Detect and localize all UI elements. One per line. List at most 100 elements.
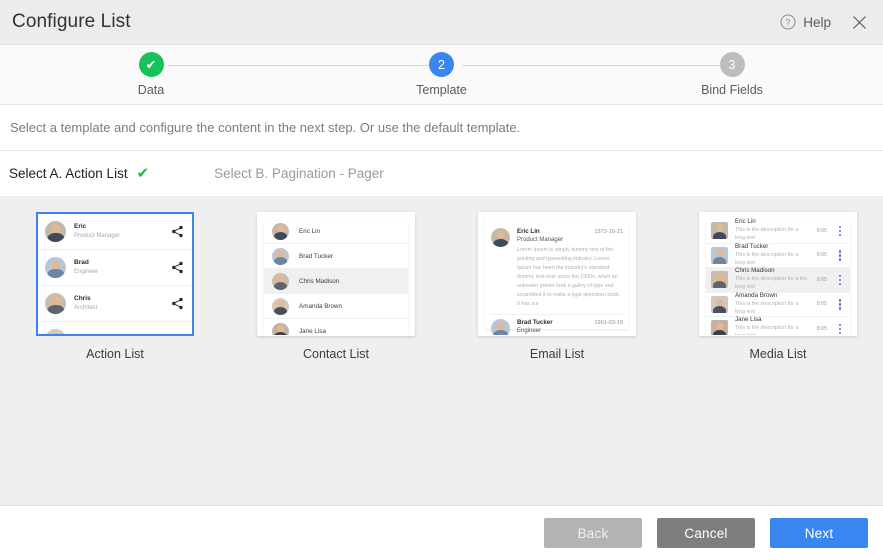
dialog-footer: Back Cancel Next bbox=[0, 505, 883, 560]
avatar bbox=[272, 273, 289, 290]
list-item: Amanda Brown bbox=[264, 294, 408, 319]
list-item: Eric Lin 1973-10-21 Product Manager Lore… bbox=[491, 224, 623, 315]
list-item-name: Eric bbox=[74, 223, 163, 232]
avatar bbox=[45, 221, 66, 242]
thumbnail bbox=[711, 271, 728, 288]
step-template[interactable]: 2 Template bbox=[409, 45, 475, 97]
close-icon[interactable] bbox=[849, 12, 869, 32]
list-item-time: 8:05 bbox=[817, 228, 827, 234]
list-item: Eric Product Manager bbox=[38, 214, 192, 250]
list-item-date: 1973-10-21 bbox=[594, 229, 623, 235]
step-description: Select a template and configure the cont… bbox=[0, 105, 883, 151]
help-label: Help bbox=[803, 15, 831, 30]
step-bind-fields[interactable]: 3 Bind Fields bbox=[699, 45, 765, 97]
list-item: Brad Tucker bbox=[264, 244, 408, 269]
avatar bbox=[491, 319, 510, 336]
more-vertical-icon bbox=[836, 323, 844, 335]
list-item-name: Brad Tucker bbox=[299, 253, 333, 260]
list-item-name: Jane Lisa bbox=[735, 316, 810, 325]
list-item: Jane Lisa This is the description for a … bbox=[706, 317, 850, 336]
list-item-description: This is the description for a long text bbox=[735, 325, 810, 336]
cancel-button[interactable]: Cancel bbox=[657, 518, 755, 548]
share-icon bbox=[171, 225, 184, 238]
step-data-marker: ✔ bbox=[139, 52, 164, 77]
selection-tabs: Select A. Action List ✔ Select B. Pagina… bbox=[0, 151, 883, 196]
template-preview-contact-list: Eric Lin Brad Tucker Chris Madison bbox=[257, 212, 415, 336]
list-item: Brad Tucker This is the description for … bbox=[706, 244, 850, 269]
list-item: Jane Lisa bbox=[264, 319, 408, 336]
help-button[interactable]: ? Help bbox=[779, 14, 831, 31]
list-item-name: Chris Madison bbox=[299, 278, 339, 285]
list-item-description: This is the description for a long text bbox=[735, 252, 810, 268]
thumbnail bbox=[711, 296, 728, 313]
template-card-email-list[interactable]: Eric Lin 1973-10-21 Product Manager Lore… bbox=[478, 212, 636, 361]
list-item-subtitle: Product Manager bbox=[74, 232, 163, 241]
thumbnail bbox=[711, 222, 728, 239]
list-item-role: Engineer bbox=[517, 328, 623, 334]
list-item: Chris Madison This is the description fo… bbox=[706, 268, 850, 293]
list-item: Eric Lin This is the description for a l… bbox=[706, 219, 850, 244]
list-item-subtitle: Engineer bbox=[74, 268, 163, 277]
wizard-stepper: ✔ Data 2 Template 3 Bind Fields bbox=[0, 45, 883, 105]
more-vertical-icon bbox=[836, 274, 844, 286]
list-item-name: Eric Lin bbox=[299, 228, 320, 235]
list-item-description: This is the description for a long text bbox=[735, 301, 810, 317]
list-item-description: This is the description for a long text bbox=[735, 227, 810, 243]
list-item-description: This is the description for a the long t… bbox=[735, 276, 810, 292]
step-bind-fields-label: Bind Fields bbox=[701, 83, 763, 97]
list-item: Brad Engineer bbox=[38, 250, 192, 286]
thumbnail bbox=[711, 320, 728, 336]
template-card-action-list[interactable]: Eric Product Manager bbox=[36, 212, 194, 361]
step-template-marker: 2 bbox=[429, 52, 454, 77]
list-item-body: Lorem Ipsum is simply dummy text of the … bbox=[517, 246, 623, 310]
list-item-date: 1991-03-19 bbox=[594, 320, 623, 326]
template-caption-action-list: Action List bbox=[86, 347, 144, 361]
avatar bbox=[45, 329, 66, 336]
list-item-name: Amanda Brown bbox=[735, 292, 810, 301]
template-caption-contact-list: Contact List bbox=[303, 347, 369, 361]
list-item-name: Brad Tucker bbox=[517, 319, 553, 326]
list-item-subtitle: Architect bbox=[74, 304, 163, 313]
template-caption-email-list: Email List bbox=[530, 347, 584, 361]
template-preview-email-list: Eric Lin 1973-10-21 Product Manager Lore… bbox=[478, 212, 636, 336]
back-button[interactable]: Back bbox=[544, 518, 642, 548]
tab-select-pagination-pager-label: Select B. Pagination - Pager bbox=[214, 166, 384, 181]
share-icon bbox=[171, 261, 184, 274]
stepper-connector-2 bbox=[462, 65, 733, 66]
avatar bbox=[45, 293, 66, 314]
tab-select-action-list-label: Select A. Action List bbox=[9, 166, 128, 181]
thumbnail bbox=[711, 247, 728, 264]
avatar bbox=[272, 298, 289, 315]
tab-select-action-list[interactable]: Select A. Action List ✔ bbox=[9, 166, 149, 181]
avatar bbox=[272, 323, 289, 337]
step-template-label: Template bbox=[416, 83, 467, 97]
list-item-name: Chris bbox=[74, 295, 163, 304]
list-item-name: Brad Tucker bbox=[735, 243, 810, 252]
svg-text:?: ? bbox=[785, 18, 790, 28]
template-gallery: Eric Product Manager bbox=[0, 196, 883, 505]
more-vertical-icon bbox=[836, 298, 844, 310]
template-card-media-list[interactable]: Eric Lin This is the description for a l… bbox=[699, 212, 857, 361]
list-item-time: 8:05 bbox=[817, 326, 827, 332]
list-item-name: Chris Madison bbox=[735, 267, 810, 276]
template-card-contact-list[interactable]: Eric Lin Brad Tucker Chris Madison bbox=[257, 212, 415, 361]
stepper-connector-1 bbox=[168, 65, 440, 66]
next-button[interactable]: Next bbox=[770, 518, 868, 548]
more-vertical-icon bbox=[836, 225, 844, 237]
list-item: Chris Architect bbox=[38, 286, 192, 322]
list-item-name: Brad bbox=[74, 259, 163, 268]
step-bind-fields-marker: 3 bbox=[720, 52, 745, 77]
question-circle-icon: ? bbox=[779, 14, 796, 31]
page-title: Configure List bbox=[12, 11, 131, 33]
share-icon bbox=[171, 297, 184, 310]
configure-list-dialog: Configure List ? Help ✔ Data bbox=[0, 0, 883, 560]
template-preview-action-list: Eric Product Manager bbox=[36, 212, 194, 336]
list-item: Amanda bbox=[38, 322, 192, 336]
step-data[interactable]: ✔ Data bbox=[118, 45, 184, 97]
check-icon: ✔ bbox=[137, 166, 150, 181]
avatar bbox=[45, 257, 66, 278]
list-item-name: Amanda bbox=[74, 335, 184, 336]
dialog-titlebar: Configure List ? Help bbox=[0, 0, 883, 45]
tab-select-pagination-pager[interactable]: Select B. Pagination - Pager bbox=[214, 166, 384, 181]
list-item-time: 8:05 bbox=[817, 277, 827, 283]
